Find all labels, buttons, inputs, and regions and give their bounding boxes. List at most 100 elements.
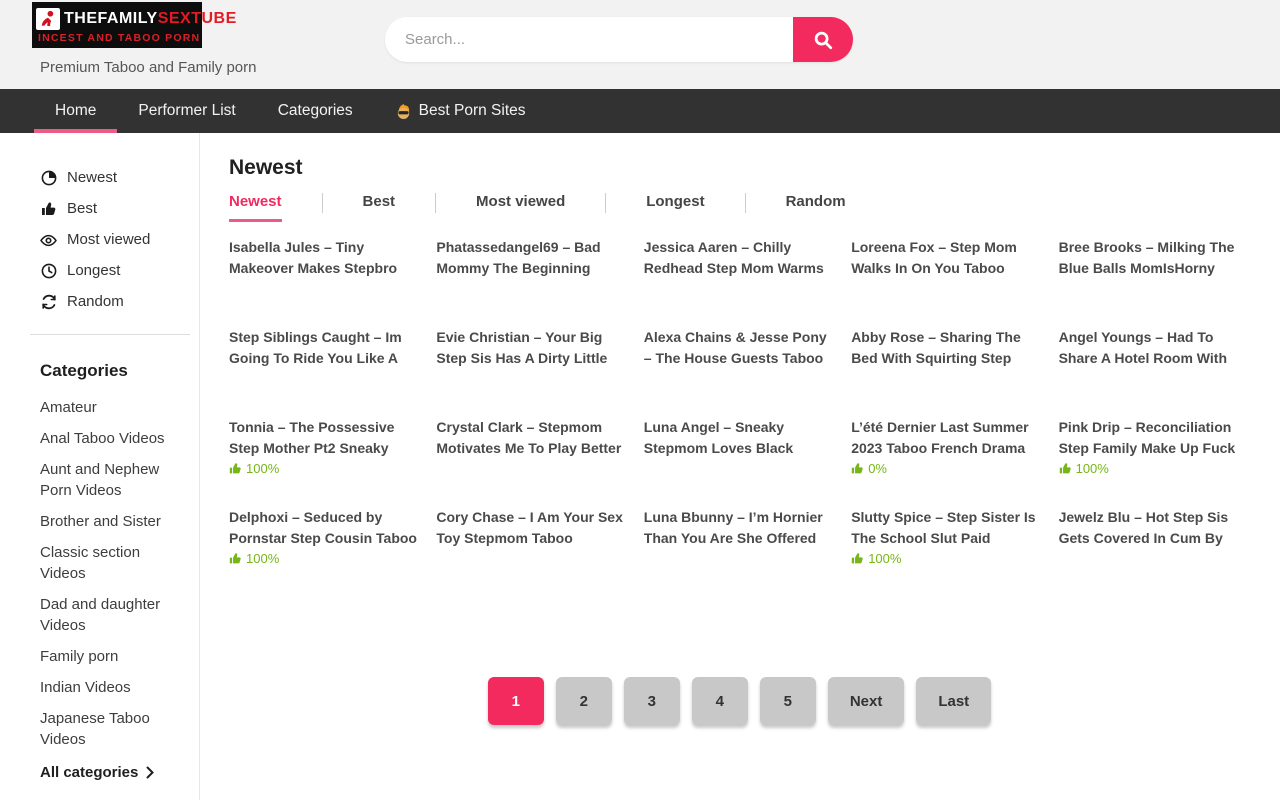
nav-item-best-porn-sites[interactable]: Best Porn Sites: [374, 89, 547, 133]
page-button-2[interactable]: 2: [556, 677, 612, 725]
thumbs-up-icon: [229, 462, 242, 475]
logo-title-red: SEXTUBE: [158, 10, 237, 27]
video-card: Alexa Chains & Jesse Pony – The House Gu…: [644, 327, 835, 417]
category-link[interactable]: Aunt and Nephew Porn Videos: [40, 459, 179, 501]
tab-most-viewed[interactable]: Most viewed: [476, 193, 565, 222]
sidebar-divider: [30, 334, 190, 335]
video-grid: Isabella Jules – Tiny Makeover Makes Ste…: [229, 237, 1250, 597]
categories-heading: Categories: [40, 361, 179, 381]
page-button-4[interactable]: 4: [692, 677, 748, 725]
video-title-link[interactable]: Loreena Fox – Step Mom Walks In On You T…: [851, 237, 1042, 279]
video-card: Isabella Jules – Tiny Makeover Makes Ste…: [229, 237, 420, 327]
video-title-link[interactable]: Jessica Aaren – Chilly Redhead Step Mom …: [644, 237, 835, 279]
video-title-link[interactable]: Slutty Spice – Step Sister Is The School…: [851, 507, 1042, 549]
video-title-link[interactable]: Crystal Clark – Stepmom Motivates Me To …: [436, 417, 627, 459]
video-title-link[interactable]: Pink Drip – Reconciliation Step Family M…: [1059, 417, 1250, 459]
sidebar-item-longest[interactable]: Longest: [40, 262, 179, 280]
newest-icon: [40, 170, 57, 187]
logo-mark-icon: [36, 8, 60, 30]
video-title-link[interactable]: Delphoxi – Seduced by Pornstar Step Cous…: [229, 507, 420, 549]
main-content: Newest Newest Best Most viewed Longest R…: [200, 133, 1280, 800]
site-logo[interactable]: THEFAMILYSEXTUBE INCEST AND TABOO PORN: [32, 2, 202, 48]
video-title-link[interactable]: Angel Youngs – Had To Share A Hotel Room…: [1059, 327, 1250, 369]
sidebar-item-best[interactable]: Best: [40, 200, 179, 218]
video-rating-value: 100%: [246, 551, 279, 566]
sidebar-item-random[interactable]: Random: [40, 293, 179, 311]
page-button-5[interactable]: 5: [760, 677, 816, 725]
search-bar: [385, 17, 853, 62]
video-card: Angel Youngs – Had To Share A Hotel Room…: [1059, 327, 1250, 417]
site-header: THEFAMILYSEXTUBE INCEST AND TABOO PORN P…: [0, 0, 1280, 89]
video-rating-value: 0%: [868, 461, 887, 476]
all-categories-link[interactable]: All categories: [40, 764, 179, 781]
video-title-link[interactable]: Luna Bbunny – I’m Hornier Than You Are S…: [644, 507, 835, 549]
category-link[interactable]: Classic section Videos: [40, 542, 179, 584]
video-title-link[interactable]: Bree Brooks – Milking The Blue Balls Mom…: [1059, 237, 1250, 279]
search-button[interactable]: [793, 17, 853, 62]
category-link[interactable]: Brother and Sister: [40, 511, 179, 532]
video-title-link[interactable]: Abby Rose – Sharing The Bed With Squirti…: [851, 327, 1042, 369]
page-button-1[interactable]: 1: [488, 677, 544, 725]
eye-icon: [40, 232, 57, 249]
category-link[interactable]: Indian Videos: [40, 677, 179, 698]
video-card: Pink Drip – Reconciliation Step Family M…: [1059, 417, 1250, 507]
category-link[interactable]: Japanese Taboo Videos: [40, 708, 179, 750]
video-title-link[interactable]: Step Siblings Caught – Im Going To Ride …: [229, 327, 420, 369]
sidebar-item-most-viewed[interactable]: Most viewed: [40, 231, 179, 249]
tab-separator: [745, 193, 746, 213]
tab-random[interactable]: Random: [786, 193, 846, 222]
nav-item-categories[interactable]: Categories: [257, 89, 374, 133]
logo-title-white: THEFAMILY: [64, 10, 158, 27]
video-rating: 100%: [1059, 461, 1250, 476]
tab-newest[interactable]: Newest: [229, 193, 282, 222]
nav-item-home[interactable]: Home: [34, 89, 117, 133]
sidebar: Newest Best Most viewed Longest Random: [0, 133, 200, 800]
video-rating-value: 100%: [868, 551, 901, 566]
video-rating: 100%: [229, 551, 420, 566]
video-title-link[interactable]: Jewelz Blu – Hot Step Sis Gets Covered I…: [1059, 507, 1250, 549]
video-title-link[interactable]: Evie Christian – Your Big Step Sis Has A…: [436, 327, 627, 369]
sidebar-item-newest[interactable]: Newest: [40, 169, 179, 187]
video-title-link[interactable]: Tonnia – The Possessive Step Mother Pt2 …: [229, 417, 420, 459]
last-page-button[interactable]: Last: [916, 677, 991, 725]
video-title-link[interactable]: L’été Dernier Last Summer 2023 Taboo Fre…: [851, 417, 1042, 459]
video-card: Jewelz Blu – Hot Step Sis Gets Covered I…: [1059, 507, 1250, 597]
video-title-link[interactable]: Cory Chase – I Am Your Sex Toy Stepmom T…: [436, 507, 627, 549]
search-icon: [812, 29, 834, 51]
tab-best[interactable]: Best: [363, 193, 396, 222]
category-link[interactable]: Anal Taboo Videos: [40, 428, 179, 449]
search-input[interactable]: [385, 17, 793, 62]
main-nav: Home Performer List Categories Best Porn…: [0, 89, 1280, 133]
video-card: Delphoxi – Seduced by Pornstar Step Cous…: [229, 507, 420, 597]
video-rating-value: 100%: [1076, 461, 1109, 476]
category-link[interactable]: Amateur: [40, 397, 179, 418]
video-card: Bree Brooks – Milking The Blue Balls Mom…: [1059, 237, 1250, 327]
video-card: Phatassedangel69 – Bad Mommy The Beginni…: [436, 237, 627, 327]
sort-tabs: Newest Best Most viewed Longest Random: [229, 193, 1250, 222]
video-title-link[interactable]: Isabella Jules – Tiny Makeover Makes Ste…: [229, 237, 420, 279]
video-card: Luna Bbunny – I’m Hornier Than You Are S…: [644, 507, 835, 597]
thumbs-up-icon: [851, 552, 864, 565]
video-title-link[interactable]: Luna Angel – Sneaky Stepmom Loves Black …: [644, 417, 835, 459]
video-card: Crystal Clark – Stepmom Motivates Me To …: [436, 417, 627, 507]
pagination: 1 2 3 4 5 Next Last: [229, 677, 1250, 725]
tab-separator: [435, 193, 436, 213]
video-card: Step Siblings Caught – Im Going To Ride …: [229, 327, 420, 417]
content-area: Newest Best Most viewed Longest Random: [0, 133, 1280, 800]
logo-subtitle: INCEST AND TABOO PORN: [36, 32, 196, 44]
page-button-3[interactable]: 3: [624, 677, 680, 725]
video-card: Evie Christian – Your Big Step Sis Has A…: [436, 327, 627, 417]
tab-separator: [322, 193, 323, 213]
thumbs-up-icon: [851, 462, 864, 475]
video-card: Loreena Fox – Step Mom Walks In On You T…: [851, 237, 1042, 327]
nav-item-performer-list[interactable]: Performer List: [117, 89, 256, 133]
category-link[interactable]: Dad and daughter Videos: [40, 594, 179, 636]
video-title-link[interactable]: Alexa Chains & Jesse Pony – The House Gu…: [644, 327, 835, 369]
chevron-right-icon: [146, 766, 155, 779]
video-title-link[interactable]: Phatassedangel69 – Bad Mommy The Beginni…: [436, 237, 627, 279]
refresh-icon: [40, 294, 57, 311]
tab-longest[interactable]: Longest: [646, 193, 704, 222]
tab-separator: [605, 193, 606, 213]
category-link[interactable]: Family porn: [40, 646, 179, 667]
next-page-button[interactable]: Next: [828, 677, 905, 725]
